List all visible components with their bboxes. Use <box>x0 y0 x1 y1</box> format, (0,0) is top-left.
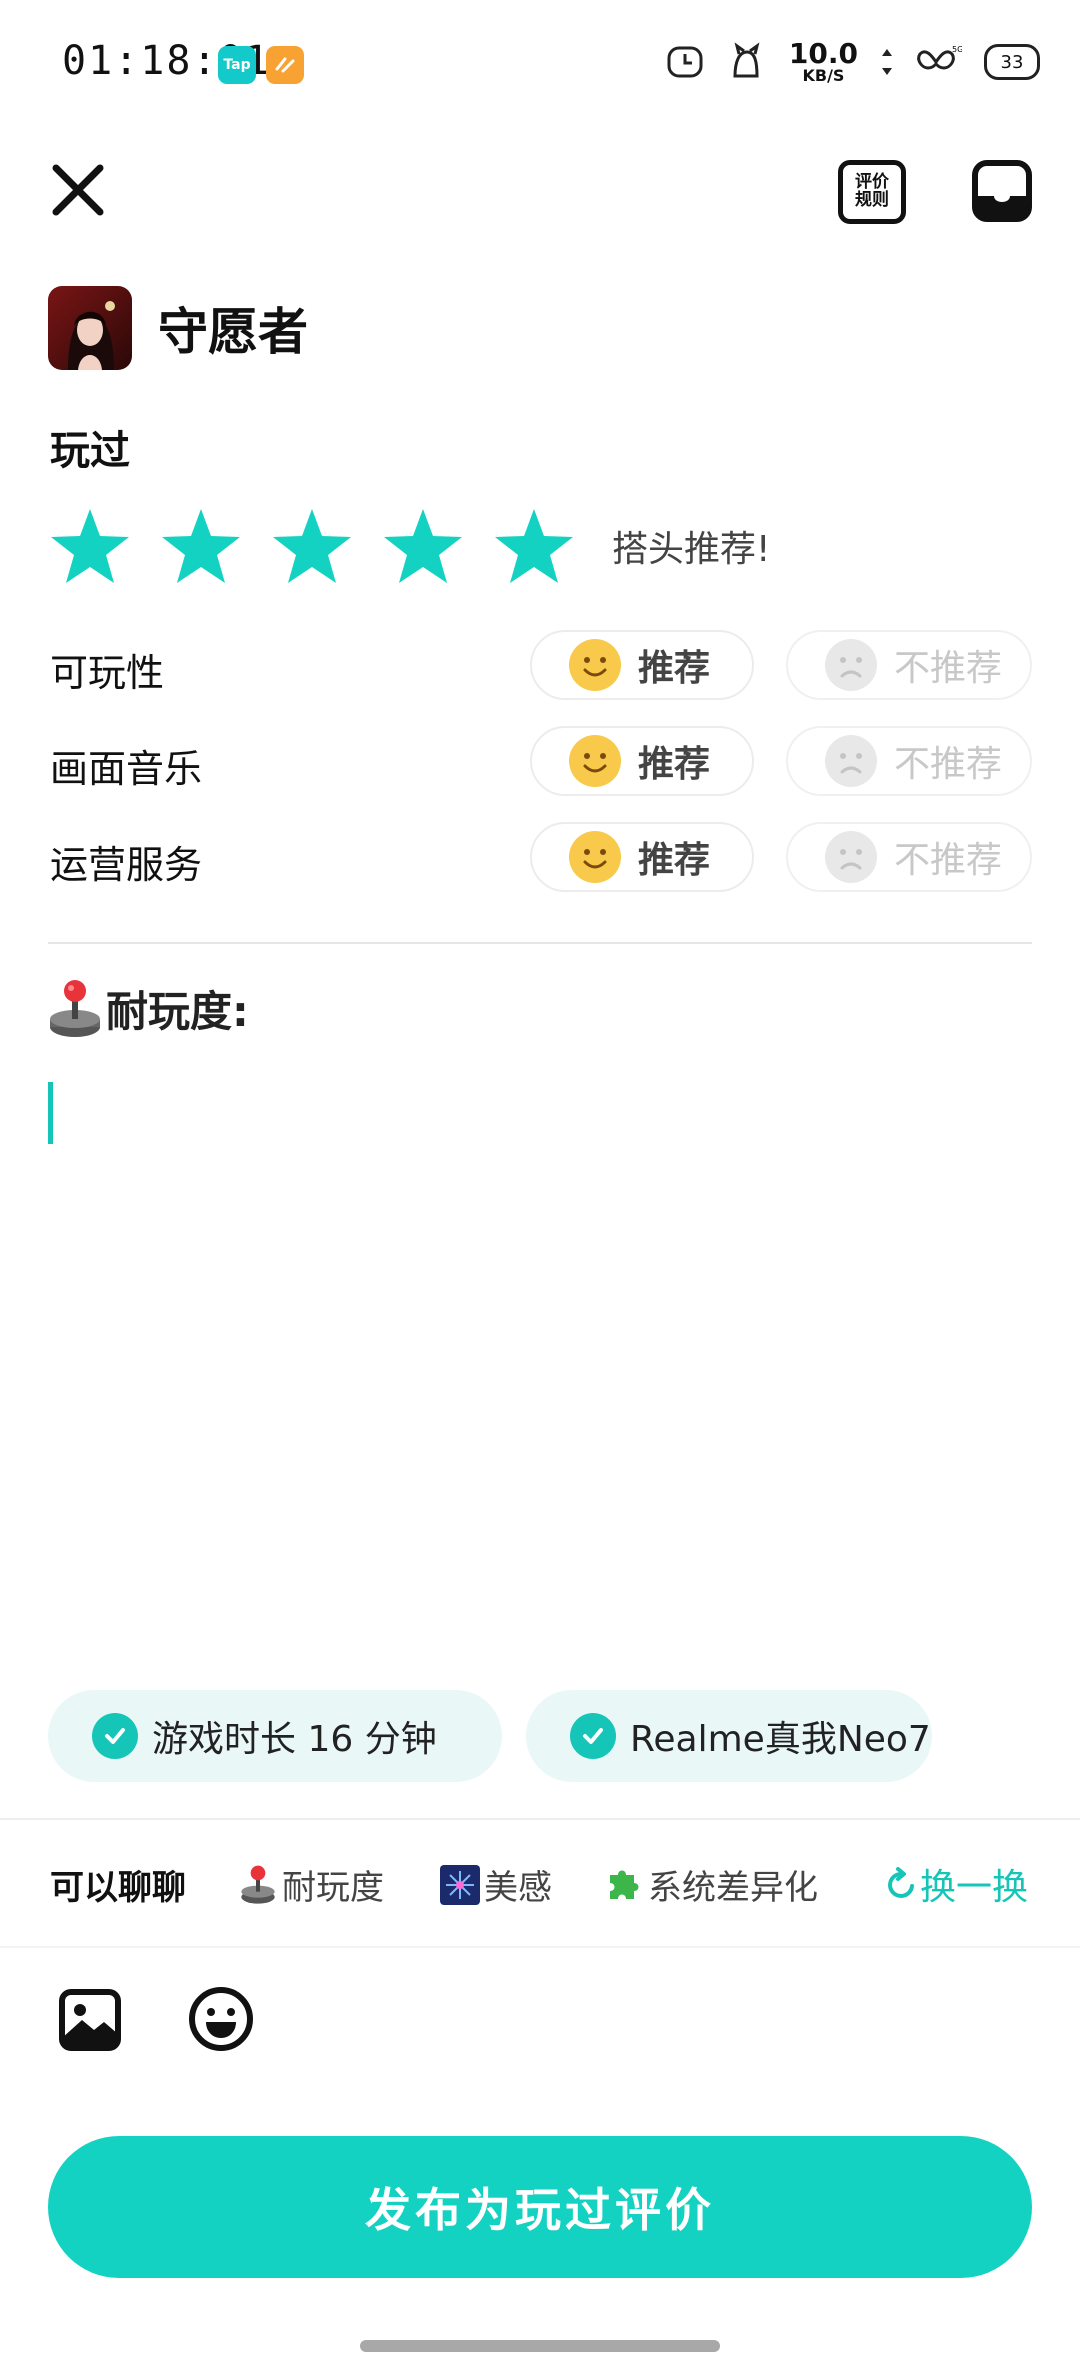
battery-indicator: 33 <box>984 44 1040 80</box>
close-button[interactable] <box>46 158 110 222</box>
recommend-button[interactable]: 推荐 <box>530 726 754 796</box>
divider <box>0 1818 1080 1820</box>
played-status-label: 玩过 <box>50 428 130 474</box>
network-speed: 10.0 KB/S <box>789 40 858 84</box>
recommend-button[interactable]: 推荐 <box>530 630 754 700</box>
data-arrows-icon <box>882 49 892 75</box>
review-text-input[interactable] <box>60 1078 1034 1642</box>
recommend-label: 推荐 <box>638 840 711 881</box>
topic-aesthetics[interactable]: 美感 <box>440 1860 552 1909</box>
svg-text:5G: 5G <box>952 45 962 54</box>
star-icon[interactable] <box>492 506 576 586</box>
emoji-icon <box>189 1987 253 2051</box>
tag-label: 游戏时长 16 分钟 <box>152 1719 437 1760</box>
check-icon <box>570 1713 616 1759</box>
playtime-tag[interactable]: 游戏时长 16 分钟 <box>48 1690 502 1782</box>
review-prompt: 耐玩度: <box>48 978 249 1039</box>
joystick-icon <box>50 979 100 1037</box>
prompt-text: 耐玩度: <box>106 987 249 1036</box>
topics-label: 可以聊聊 <box>50 1868 186 1908</box>
recommend-button[interactable]: 推荐 <box>530 822 754 892</box>
shuffle-label: 换一换 <box>920 1867 1029 1908</box>
shuffle-topics-button[interactable]: 换一换 <box>884 1858 1028 1910</box>
puzzle-icon <box>610 1870 639 1899</box>
star-rating <box>48 506 576 586</box>
divider <box>0 1946 1080 1948</box>
aspect-row-graphics-music: 画面音乐 推荐 不推荐 <box>0 726 1080 800</box>
aspect-label: 画面音乐 <box>50 747 203 791</box>
sad-face-icon <box>825 735 877 787</box>
recommend-label: 推荐 <box>638 744 711 785</box>
close-icon <box>52 164 104 216</box>
sad-face-icon <box>825 639 877 691</box>
rating-description: 搭头推荐! <box>612 529 771 570</box>
rules-label-line2: 规则 <box>855 190 889 210</box>
not-recommend-label: 不推荐 <box>894 648 1003 689</box>
tag-label: Realme真我Neo7 <box>630 1719 931 1760</box>
smile-face-icon <box>569 639 621 691</box>
network-speed-value: 10.0 <box>788 37 858 70</box>
refresh-icon <box>888 1867 914 1898</box>
divider <box>48 942 1032 944</box>
status-icons: 10.0 KB/S 5G 33 <box>665 40 1040 84</box>
topic-label: 美感 <box>484 1868 552 1908</box>
device-tag[interactable]: Realme真我Neo7 <box>526 1690 932 1782</box>
topic-durability[interactable]: 耐玩度 <box>238 1860 384 1909</box>
star-icon[interactable] <box>159 506 243 586</box>
status-bar: 01:18:01 Tap 10.0 KB/S 5G 33 <box>0 0 1080 130</box>
joystick-icon <box>241 1865 275 1904</box>
check-icon <box>92 1713 138 1759</box>
not-recommend-label: 不推荐 <box>894 840 1003 881</box>
alarm-icon <box>667 46 703 78</box>
image-icon <box>59 1989 121 2051</box>
smile-face-icon <box>569 735 621 787</box>
home-indicator[interactable] <box>360 2340 720 2352</box>
aspect-label: 可玩性 <box>50 651 165 695</box>
insert-image-button[interactable] <box>58 1988 122 2052</box>
review-page: 01:18:01 Tap 10.0 KB/S 5G 33 评价 规则 守愿者 玩… <box>0 0 1080 2375</box>
text-cursor <box>48 1082 53 1144</box>
insert-emoji-button[interactable] <box>188 1986 254 2052</box>
star-icon[interactable] <box>48 506 132 586</box>
fireworks-icon <box>440 1864 480 1905</box>
network-speed-unit: KB/S <box>802 66 845 85</box>
review-rules-button[interactable]: 评价 规则 <box>838 160 906 224</box>
recommend-label: 推荐 <box>638 648 711 689</box>
not-recommend-button[interactable]: 不推荐 <box>786 630 1032 700</box>
not-recommend-button[interactable]: 不推荐 <box>786 726 1032 796</box>
aspect-row-playability: 可玩性 推荐 不推荐 <box>0 630 1080 704</box>
signal-5g-icon: 5G <box>917 45 962 70</box>
not-recommend-label: 不推荐 <box>894 744 1003 785</box>
message-box-icon <box>972 160 1032 222</box>
game-cover-image <box>48 286 132 370</box>
sad-face-icon <box>825 831 877 883</box>
taptap-app-icon: Tap <box>218 46 256 84</box>
notification-app-icon <box>266 46 304 84</box>
publish-review-button[interactable]: 发布为玩过评价 <box>48 2136 1032 2278</box>
not-recommend-button[interactable]: 不推荐 <box>786 822 1032 892</box>
topic-label: 系统差异化 <box>648 1868 818 1908</box>
game-title: 守愿者 <box>158 303 308 361</box>
message-button[interactable] <box>972 160 1032 222</box>
aspect-row-operations: 运营服务 推荐 不推荐 <box>0 822 1080 896</box>
smile-face-icon <box>569 831 621 883</box>
topic-label: 耐玩度 <box>282 1868 384 1908</box>
star-icon[interactable] <box>381 506 465 586</box>
aspect-label: 运营服务 <box>50 843 203 887</box>
cat-icon <box>733 42 760 78</box>
topic-suggestions: 可以聊聊 耐玩度 美感 系统差异化 换一换 <box>0 1846 1080 1926</box>
star-icon[interactable] <box>270 506 354 586</box>
topic-system-difference[interactable]: 系统差异化 <box>604 1860 818 1909</box>
